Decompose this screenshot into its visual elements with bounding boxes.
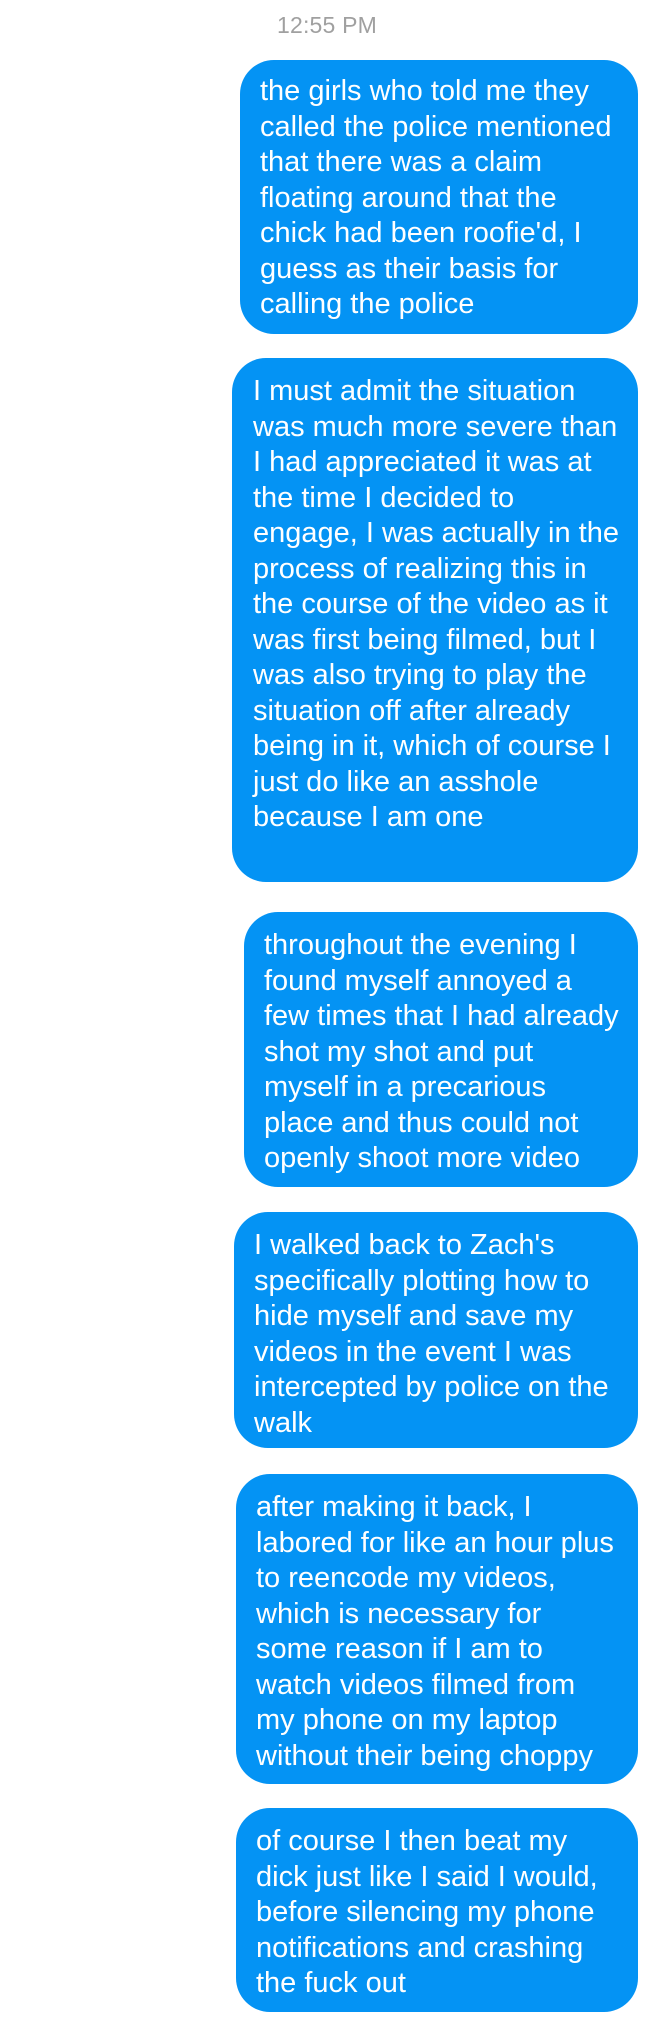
- message-bubble-5[interactable]: after making it back, I labored for like…: [236, 1474, 638, 1784]
- message-bubble-3[interactable]: throughout the evening I found myself an…: [244, 912, 638, 1187]
- message-text: I must admit the situation was much more…: [253, 375, 619, 833]
- message-bubble-2[interactable]: I must admit the situation was much more…: [232, 358, 638, 882]
- message-text: of course I then beat my dick just like …: [256, 1825, 598, 1999]
- message-text: the girls who told me they called the po…: [260, 75, 612, 320]
- message-text: I walked back to Zach's specifically plo…: [254, 1229, 609, 1439]
- message-bubble-1[interactable]: the girls who told me they called the po…: [240, 60, 638, 334]
- message-bubble-6[interactable]: of course I then beat my dick just like …: [236, 1808, 638, 2012]
- message-bubble-4[interactable]: I walked back to Zach's specifically plo…: [234, 1212, 638, 1448]
- message-timestamp: 12:55 PM: [276, 12, 378, 38]
- message-text: throughout the evening I found myself an…: [264, 929, 619, 1174]
- message-text: after making it back, I labored for like…: [256, 1491, 614, 1772]
